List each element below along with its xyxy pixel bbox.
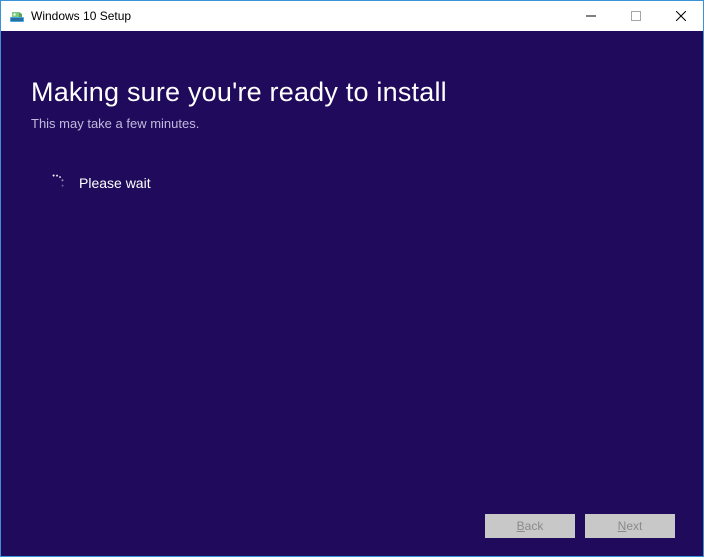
maximize-icon bbox=[631, 11, 641, 21]
wait-text: Please wait bbox=[79, 175, 151, 191]
page-heading: Making sure you're ready to install bbox=[31, 77, 673, 108]
close-icon bbox=[676, 11, 686, 21]
titlebar: Windows 10 Setup bbox=[1, 1, 703, 31]
next-button: Next bbox=[585, 514, 675, 538]
setup-window: Windows 10 Setup Making sure you're read… bbox=[0, 0, 704, 557]
minimize-icon bbox=[586, 11, 596, 21]
minimize-button[interactable] bbox=[568, 1, 613, 31]
spinner-icon bbox=[45, 173, 65, 193]
wait-row: Please wait bbox=[45, 173, 673, 193]
titlebar-left: Windows 10 Setup bbox=[9, 8, 131, 24]
window-controls bbox=[568, 1, 703, 31]
content-area: Making sure you're ready to install This… bbox=[1, 31, 703, 556]
maximize-button bbox=[613, 1, 658, 31]
back-button: Back bbox=[485, 514, 575, 538]
setup-icon bbox=[9, 8, 25, 24]
close-button[interactable] bbox=[658, 1, 703, 31]
page-subheading: This may take a few minutes. bbox=[31, 116, 673, 131]
window-title: Windows 10 Setup bbox=[31, 9, 131, 23]
footer-buttons: Back Next bbox=[485, 514, 675, 538]
